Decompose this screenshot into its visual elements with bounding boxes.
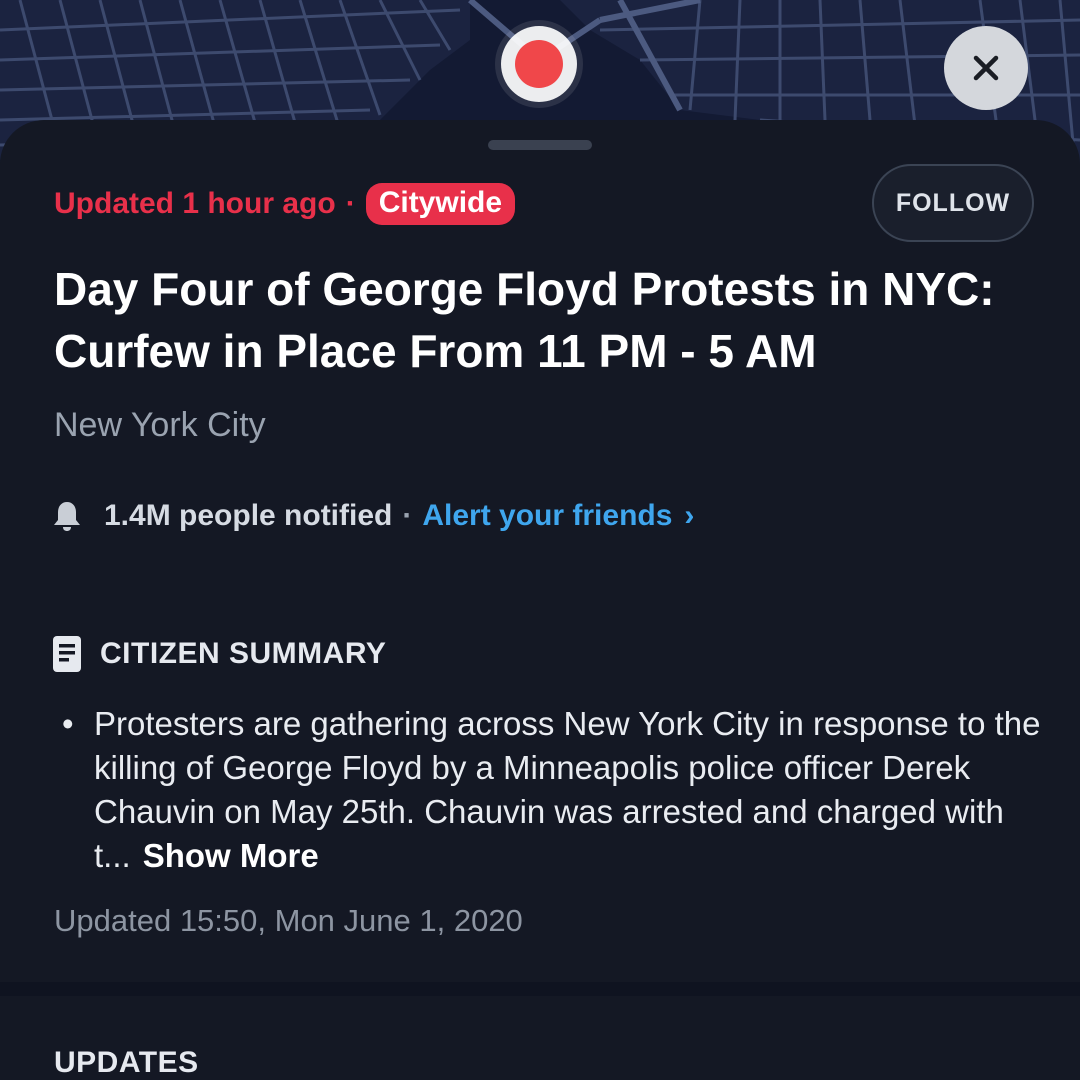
summary-body: • Protesters are gathering across New Yo… (62, 702, 1052, 878)
summary-heading: CITIZEN SUMMARY (100, 637, 387, 670)
close-button[interactable] (944, 26, 1028, 110)
bell-icon (54, 502, 80, 531)
incident-marker-icon[interactable] (501, 26, 577, 102)
section-divider (0, 982, 1080, 996)
show-more-button[interactable]: Show More (143, 837, 319, 874)
updated-label: Updated 1 hour ago (54, 187, 336, 220)
incident-location: New York City (54, 406, 266, 444)
close-icon (973, 55, 999, 81)
incident-meta-row: Updated 1 hour ago · Citywide (54, 182, 516, 226)
people-notified-count: 1.4M people notified (104, 499, 393, 532)
updates-heading: UPDATES (54, 1046, 199, 1079)
alert-friends-link[interactable]: Alert your friends (422, 499, 672, 533)
citywide-badge: Citywide (365, 183, 516, 225)
sheet-grabber[interactable] (488, 140, 592, 150)
follow-button[interactable]: FOLLOW (872, 164, 1034, 242)
meta-separator: · (345, 187, 356, 220)
incident-title: Day Four of George Floyd Protests in NYC… (54, 263, 995, 377)
citizen-summary-header: CITIZEN SUMMARY (52, 634, 386, 674)
document-icon (53, 636, 81, 672)
chevron-right-icon[interactable]: › (684, 499, 694, 533)
notify-row: 1.4M people notified · Alert your friend… (52, 494, 694, 538)
incident-sheet: Updated 1 hour ago · Citywide FOLLOW Day… (0, 120, 1080, 1080)
notify-separator: · (402, 499, 413, 532)
summary-text-block: Protesters are gathering across New York… (94, 702, 1052, 878)
bullet-icon: • (62, 705, 74, 742)
summary-updated-timestamp: Updated 15:50, Mon June 1, 2020 (54, 903, 523, 938)
incident-marker-dot (515, 40, 563, 88)
